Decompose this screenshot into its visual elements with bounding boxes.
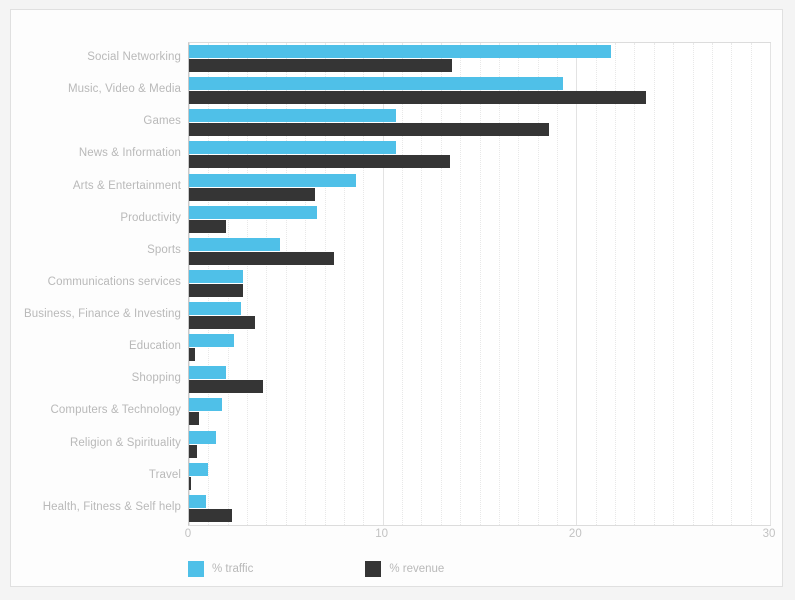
bar-group[interactable] — [189, 107, 770, 138]
category-label: Travel — [148, 468, 181, 481]
bar-traffic[interactable] — [189, 237, 281, 251]
bar-traffic[interactable] — [189, 302, 242, 316]
category-label: Business, Finance & Investing — [24, 308, 181, 321]
bar-traffic[interactable] — [189, 77, 563, 91]
x-tick-label: 20 — [568, 528, 582, 540]
category-label: Computers & Technology — [50, 404, 181, 417]
legend-label: % revenue — [389, 563, 445, 575]
category-label: News & Information — [78, 147, 181, 160]
bar-traffic[interactable] — [189, 366, 226, 380]
category-label: Education — [128, 340, 181, 353]
category-axis-labels: Social Networking Music, Video & Media Gam… — [11, 42, 181, 524]
plot-area — [188, 42, 771, 526]
x-tick-label: 0 — [184, 528, 192, 540]
bar-revenue[interactable] — [189, 444, 197, 458]
bar-group[interactable] — [189, 75, 770, 106]
bar-groups — [189, 43, 770, 525]
bar-traffic[interactable] — [189, 334, 234, 348]
bar-revenue[interactable] — [189, 348, 195, 362]
bar-revenue[interactable] — [189, 155, 451, 169]
bar-group[interactable] — [189, 396, 770, 427]
bar-traffic[interactable] — [189, 141, 397, 155]
category-label: Productivity — [120, 211, 181, 224]
category-label: Health, Fitness & Self help — [42, 500, 181, 513]
bar-traffic[interactable] — [189, 462, 209, 476]
bar-traffic[interactable] — [189, 205, 317, 219]
bar-revenue[interactable] — [189, 187, 315, 201]
category-label: Communications services — [47, 275, 181, 288]
category-label: Arts & Entertainment — [72, 179, 181, 192]
bar-revenue[interactable] — [189, 316, 255, 330]
bar-revenue[interactable] — [189, 91, 647, 105]
chart-card: Social Networking Music, Video & Media Gam… — [10, 9, 783, 587]
bar-traffic[interactable] — [189, 45, 612, 58]
bar-group[interactable] — [189, 364, 770, 395]
x-tick-label: 30 — [762, 528, 776, 540]
bar-group[interactable] — [189, 332, 770, 363]
bar-group[interactable] — [189, 268, 770, 299]
bar-revenue[interactable] — [189, 123, 550, 137]
legend-label: % traffic — [212, 563, 254, 575]
bar-revenue[interactable] — [189, 380, 263, 394]
chart-legend: % traffic % revenue — [188, 558, 556, 580]
bar-traffic[interactable] — [189, 398, 222, 412]
legend-swatch-icon — [188, 561, 204, 577]
legend-item[interactable]: % traffic — [188, 561, 253, 577]
chart-page: Social Networking Music, Video & Media Gam… — [0, 0, 795, 600]
bar-revenue[interactable] — [189, 476, 191, 490]
bar-traffic[interactable] — [189, 494, 207, 508]
category-label: Music, Video & Media — [67, 83, 181, 96]
bar-group[interactable] — [189, 461, 770, 492]
bar-traffic[interactable] — [189, 173, 356, 187]
category-label: Games — [143, 115, 181, 128]
bar-traffic[interactable] — [189, 430, 217, 444]
bar-revenue[interactable] — [189, 508, 232, 522]
bar-group[interactable] — [189, 429, 770, 460]
category-label: Social Networking — [87, 51, 181, 63]
bar-group[interactable] — [189, 493, 770, 524]
bar-revenue[interactable] — [189, 251, 335, 265]
category-label: Religion & Spirituality — [70, 436, 181, 449]
category-label: Shopping — [131, 372, 181, 385]
gridline — [770, 43, 772, 525]
bar-revenue[interactable] — [189, 283, 244, 297]
bar-traffic[interactable] — [189, 109, 397, 123]
bar-group[interactable] — [189, 139, 770, 170]
bar-chart: Social Networking Music, Video & Media Gam… — [11, 10, 782, 586]
x-axis-ticks: 0 10 20 30 — [184, 528, 776, 548]
bar-revenue[interactable] — [189, 219, 226, 233]
bar-group[interactable] — [189, 236, 770, 267]
legend-swatch-icon — [365, 561, 382, 577]
x-tick-label: 10 — [375, 528, 389, 540]
bar-group[interactable] — [189, 204, 770, 235]
bar-traffic[interactable] — [189, 269, 244, 283]
bar-revenue[interactable] — [189, 59, 453, 72]
bar-revenue[interactable] — [189, 412, 199, 426]
bar-group[interactable] — [189, 172, 770, 203]
bar-group[interactable] — [189, 43, 770, 74]
bar-group[interactable] — [189, 300, 770, 331]
legend-item[interactable]: % revenue — [365, 561, 444, 577]
category-label: Sports — [147, 243, 181, 256]
